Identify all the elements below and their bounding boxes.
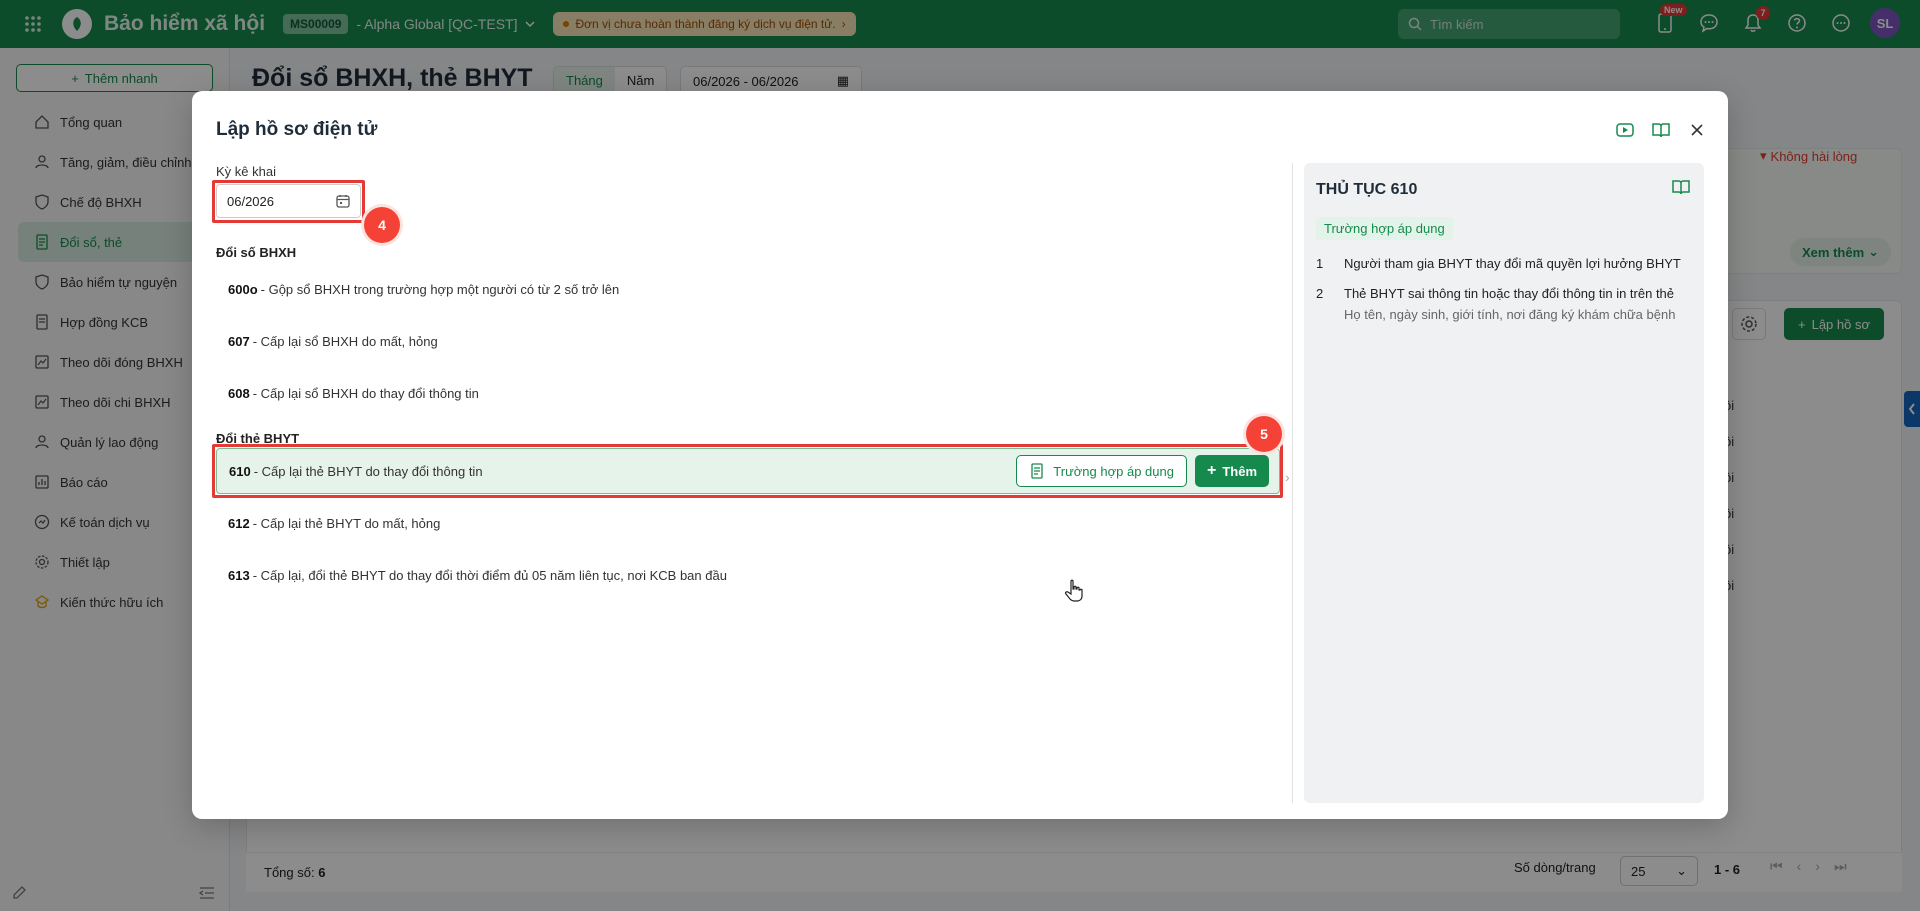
electronic-filing-modal: Lập hồ sơ điện tử Kỳ kê khai 4 Đổi số BH… <box>192 91 1728 819</box>
applicable-case-item: 1 Người tham gia BHYT thay đổi mã quyền l… <box>1316 255 1696 273</box>
procedure-item-613[interactable]: 613- Cấp lại, đổi thẻ BHYT do thay đổi t… <box>216 552 1280 598</box>
case-subtext: Họ tên, ngày sinh, giới tính, nơi đăng k… <box>1344 307 1676 322</box>
procedure-name: - Cấp lại thẻ BHYT do mất, hỏng <box>252 515 441 531</box>
group-heading-social-book: Đổi số BHXH <box>216 245 297 260</box>
applicable-case-item: 2 Thẻ BHYT sai thông tin hoặc thay đổi th… <box>1316 285 1696 324</box>
procedure-name: - Cấp lại sổ BHXH do mất, hỏng <box>252 333 438 349</box>
highlight-box-period <box>212 180 365 223</box>
procedure-detail-title: THỦ TỤC 610 <box>1316 181 1418 198</box>
case-number: 1 <box>1316 256 1324 271</box>
procedure-item-600o[interactable]: 600o - Gộp sổ BHXH trong trường hợp một n… <box>216 266 1280 312</box>
book-guide-icon[interactable] <box>1650 119 1672 141</box>
modal-title: Lập hồ sơ điện tử <box>216 119 378 140</box>
procedure-detail-panel: THỦ TỤC 610 Trường hợp áp dụng 1 Người th… <box>1304 163 1704 803</box>
modal-actions <box>1614 119 1708 141</box>
case-text-wrap: Người tham gia BHYT thay đổi mã quyền lợ… <box>1344 255 1681 273</box>
procedure-code: 600o <box>228 281 258 297</box>
procedure-item-607[interactable]: 607- Cấp lại sổ BHXH do mất, hỏng <box>216 318 1280 364</box>
panel-divider <box>1292 163 1293 803</box>
case-text: Người tham gia BHYT thay đổi mã quyền lợ… <box>1344 256 1681 271</box>
step-marker-5: 5 <box>1246 416 1282 452</box>
highlight-box-procedure-610 <box>212 444 1283 498</box>
procedure-code: 613 <box>228 567 250 583</box>
procedure-code: 608 <box>228 385 250 401</box>
hand-cursor-icon <box>1064 579 1084 606</box>
procedure-item-612[interactable]: 612- Cấp lại thẻ BHYT do mất, hỏng <box>216 500 1280 546</box>
book-guide-icon[interactable] <box>1672 179 1690 198</box>
procedure-code: 612 <box>228 515 250 531</box>
procedure-name: - Cấp lại, đổi thẻ BHYT do thay đổi thời… <box>252 567 727 583</box>
video-guide-icon[interactable] <box>1614 119 1636 141</box>
case-text: Thẻ BHYT sai thông tin hoặc thay đổi thô… <box>1344 286 1675 301</box>
period-label: Kỳ kê khai <box>216 164 276 179</box>
chevron-right-icon: › <box>1285 469 1290 485</box>
procedure-code: 607 <box>228 333 250 349</box>
procedure-name: - Cấp lại sổ BHXH do thay đổi thông tin <box>252 385 479 401</box>
step-marker-4: 4 <box>364 207 400 243</box>
close-icon[interactable] <box>1686 119 1708 141</box>
applicable-cases-tag: Trường hợp áp dụng <box>1316 217 1453 240</box>
case-text-wrap: Thẻ BHYT sai thông tin hoặc thay đổi thô… <box>1344 285 1675 324</box>
procedure-item-608[interactable]: 608- Cấp lại sổ BHXH do thay đổi thông t… <box>216 370 1280 416</box>
case-number: 2 <box>1316 286 1324 301</box>
procedure-name: - Gộp sổ BHXH trong trường hợp một người… <box>260 281 620 297</box>
